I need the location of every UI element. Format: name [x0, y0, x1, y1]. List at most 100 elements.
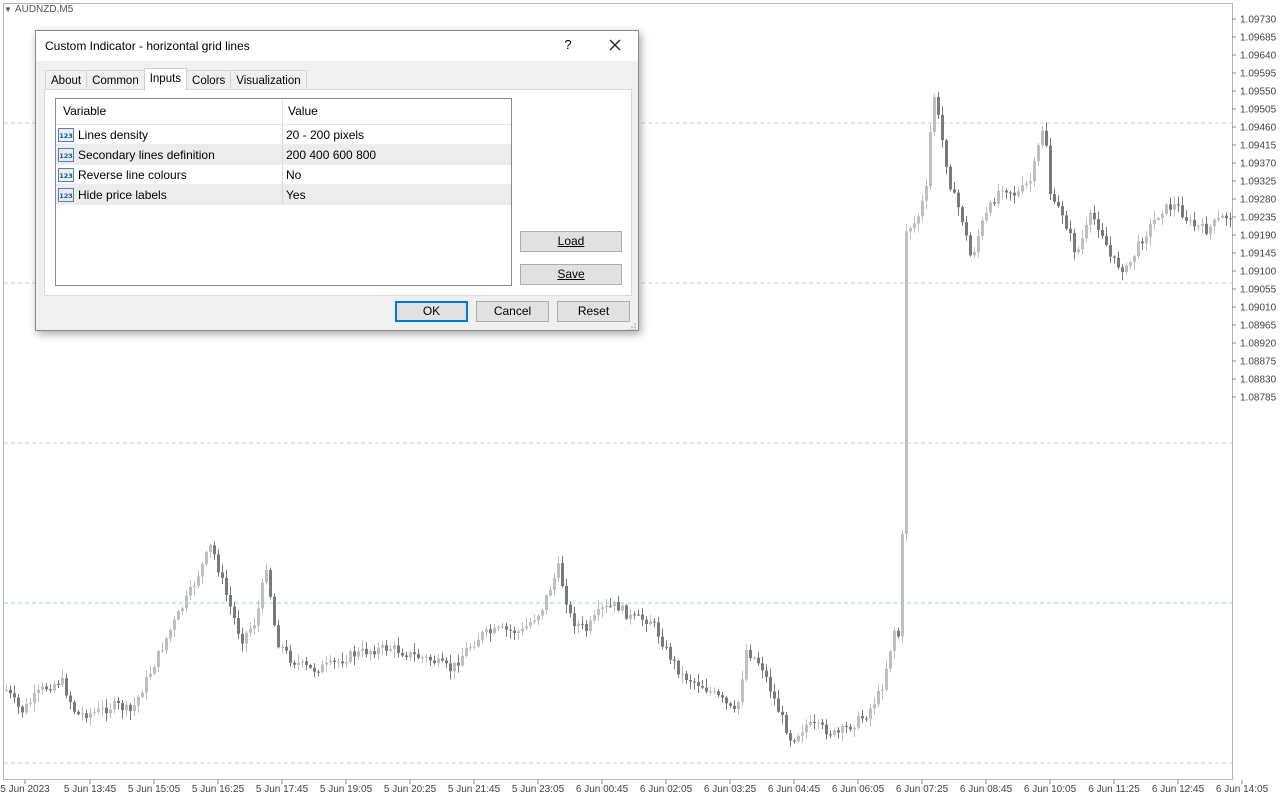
- candle-body: [489, 629, 492, 634]
- tab-about[interactable]: About: [45, 70, 88, 90]
- candle-body: [353, 651, 356, 657]
- tab-colors[interactable]: Colors: [186, 70, 232, 90]
- candle-body: [545, 595, 548, 611]
- candle-body: [957, 192, 960, 208]
- table-row[interactable]: 123 Reverse line colours No: [56, 165, 511, 185]
- load-button[interactable]: Load: [520, 231, 622, 252]
- column-header-value[interactable]: Value: [283, 99, 318, 124]
- reset-button[interactable]: Reset: [557, 301, 630, 322]
- candle-body: [469, 647, 472, 649]
- resize-grip-icon[interactable]: [628, 320, 636, 331]
- candle-body: [945, 140, 948, 167]
- candle-body: [881, 689, 884, 691]
- dialog-titlebar[interactable]: Custom Indicator - horizontal grid lines…: [36, 31, 638, 61]
- candle-body: [101, 707, 104, 709]
- candle-body: [257, 608, 260, 626]
- candle-body: [61, 678, 64, 685]
- close-icon[interactable]: [606, 36, 624, 54]
- tab-common[interactable]: Common: [86, 70, 145, 90]
- candle-body: [709, 691, 712, 693]
- candle-body: [85, 713, 88, 719]
- time-label: 6 Jun 11:25: [1088, 784, 1140, 795]
- time-label: 5 Jun 13:45: [64, 784, 117, 795]
- candle-body: [417, 654, 420, 658]
- param-value[interactable]: 200 400 600 800: [283, 145, 376, 164]
- candle-body: [193, 585, 196, 587]
- candle-body: [553, 577, 556, 591]
- dropdown-triangle-icon[interactable]: ▼: [4, 5, 12, 14]
- candle-body: [729, 703, 732, 706]
- candle-body: [605, 605, 608, 608]
- candle-body: [641, 614, 644, 620]
- price-label: 1.09010: [1240, 303, 1277, 314]
- candle-body: [453, 662, 456, 672]
- candle-body: [829, 734, 832, 736]
- candle-body: [1069, 228, 1072, 234]
- param-value[interactable]: Yes: [283, 185, 306, 204]
- candle-body: [1005, 190, 1008, 193]
- candle-body: [893, 630, 896, 652]
- candle-body: [753, 657, 756, 659]
- time-label: 6 Jun 14:05: [1216, 784, 1269, 795]
- candle-body: [805, 724, 808, 733]
- candle-body: [1077, 249, 1080, 253]
- param-value[interactable]: 20 - 200 pixels: [283, 125, 364, 144]
- help-button[interactable]: ?: [560, 37, 576, 52]
- price-label: 1.08785: [1240, 393, 1277, 404]
- candle-body: [21, 706, 24, 713]
- candle-body: [977, 235, 980, 253]
- column-header-variable[interactable]: Variable: [56, 99, 283, 124]
- candle-body: [125, 704, 128, 711]
- price-label: 1.09730: [1240, 15, 1277, 26]
- candle-body: [973, 252, 976, 256]
- candle-body: [1017, 191, 1020, 196]
- price-label: 1.09505: [1240, 105, 1277, 116]
- tab-visualization[interactable]: Visualization: [230, 70, 307, 90]
- ok-button[interactable]: OK: [395, 301, 468, 322]
- svg-text:123: 123: [59, 192, 73, 200]
- candle-body: [97, 708, 100, 712]
- chart-symbol: ▼ AUDNZD,M5: [4, 4, 73, 15]
- candle-body: [393, 645, 396, 650]
- candle-body: [777, 698, 780, 712]
- candle-body: [441, 658, 444, 661]
- price-label: 1.08875: [1240, 357, 1277, 368]
- candle-body: [833, 730, 836, 735]
- candle-body: [213, 545, 216, 555]
- candle-body: [1097, 219, 1100, 230]
- candle-body: [17, 697, 20, 707]
- candle-body: [401, 652, 404, 656]
- candle-body: [1189, 220, 1192, 222]
- tab-inputs[interactable]: Inputs: [143, 68, 188, 90]
- cancel-button[interactable]: Cancel: [476, 301, 549, 322]
- save-button[interactable]: Save: [520, 264, 622, 285]
- candle-body: [665, 646, 668, 648]
- candle-body: [49, 689, 52, 691]
- candle-body: [113, 700, 116, 710]
- candle-body: [757, 657, 760, 664]
- param-value[interactable]: No: [283, 165, 301, 184]
- candle-body: [321, 664, 324, 673]
- candle-body: [1125, 265, 1128, 272]
- candle-body: [341, 661, 344, 664]
- candle-body: [937, 96, 940, 115]
- candle-body: [289, 650, 292, 663]
- table-row[interactable]: 123 Lines density 20 - 200 pixels: [56, 125, 511, 145]
- int-param-icon: 123: [58, 167, 74, 182]
- candle-body: [1141, 241, 1144, 244]
- candle-body: [1149, 224, 1152, 237]
- candle-body: [457, 662, 460, 666]
- time-label: 6 Jun 00:45: [576, 784, 629, 795]
- table-row[interactable]: 123 Secondary lines definition 200 400 6…: [56, 145, 511, 165]
- candle-body: [809, 721, 812, 725]
- candle-body: [949, 166, 952, 190]
- candle-body: [1065, 215, 1068, 229]
- candle-body: [1093, 212, 1096, 220]
- time-label: 5 Jun 19:05: [320, 784, 373, 795]
- candle-body: [813, 721, 816, 723]
- candle-body: [681, 673, 684, 675]
- candle-body: [817, 722, 820, 724]
- candle-body: [597, 609, 600, 616]
- table-row[interactable]: 123 Hide price labels Yes: [56, 185, 511, 205]
- candle-body: [65, 678, 68, 696]
